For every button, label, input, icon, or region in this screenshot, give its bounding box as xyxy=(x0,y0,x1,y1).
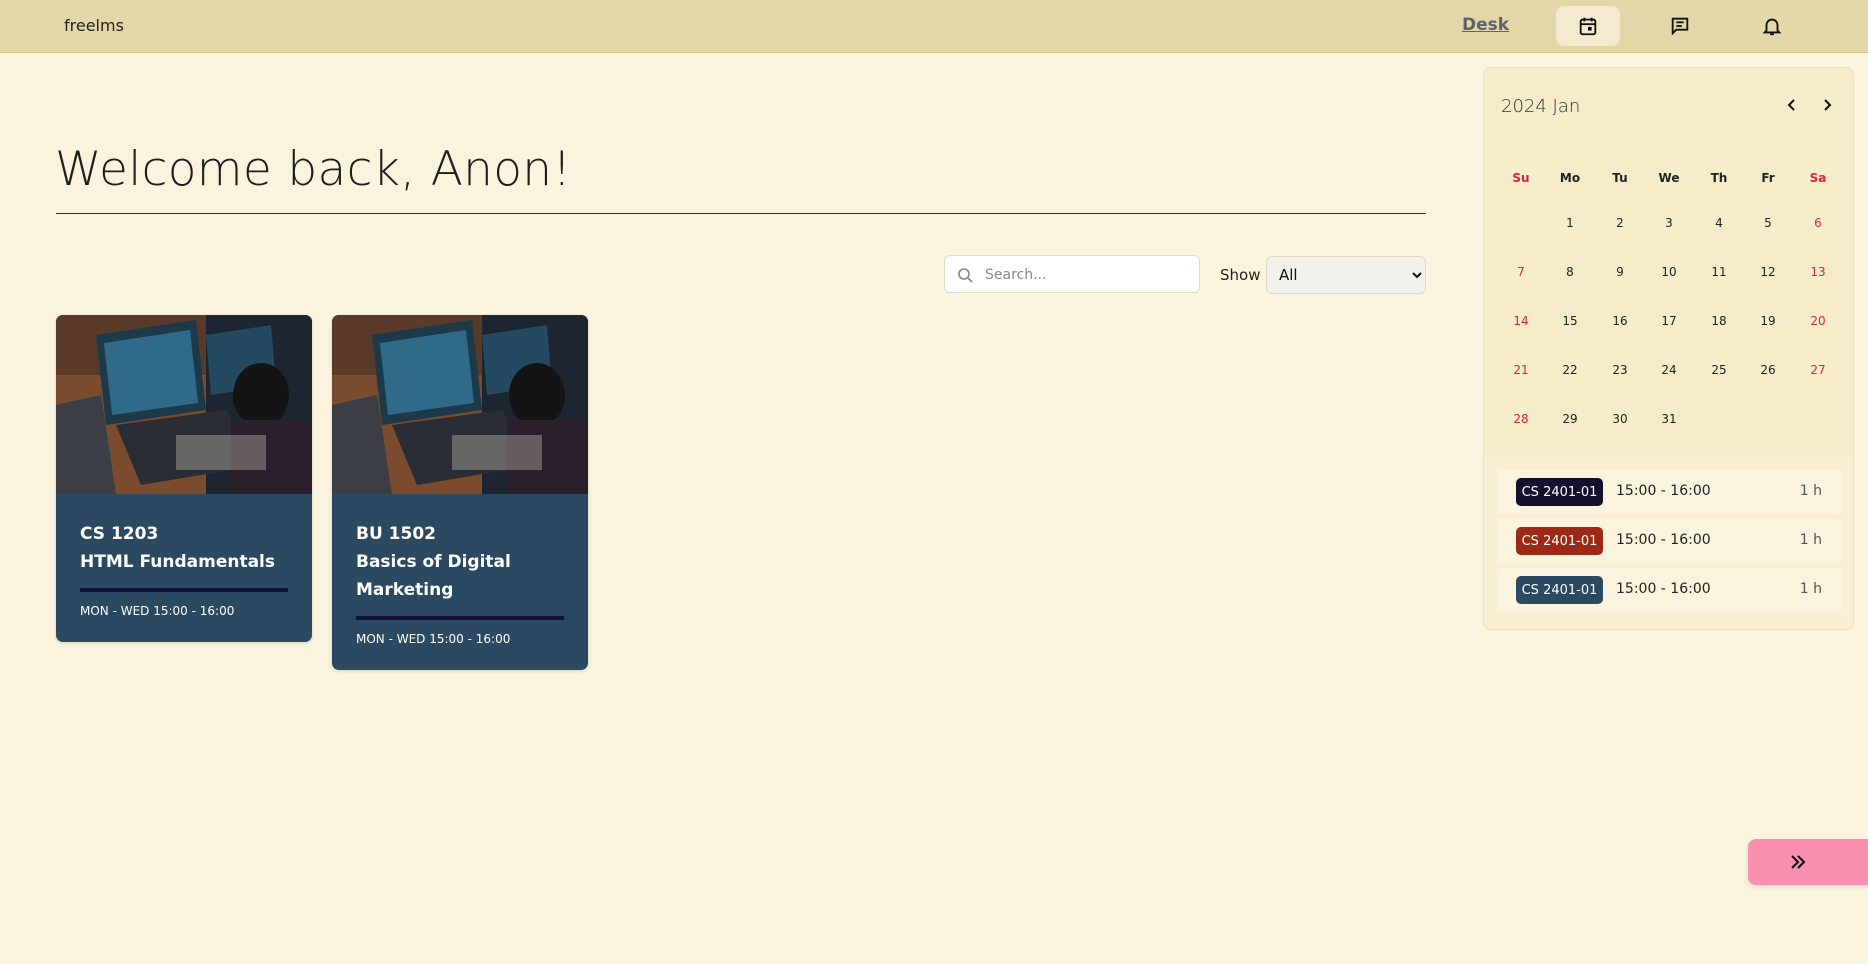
event-tag: CS 2401-01 xyxy=(1516,576,1603,604)
course-title: HTML Fundamentals xyxy=(80,552,275,572)
calendar-prev-button[interactable] xyxy=(1782,95,1802,115)
course-divider xyxy=(80,588,288,592)
course-title: Basics of Digital Marketing xyxy=(356,552,511,600)
calendar-day[interactable]: 9 xyxy=(1600,265,1640,279)
calendar-day[interactable]: 19 xyxy=(1748,314,1788,328)
brand-logo[interactable]: freelms xyxy=(64,16,124,35)
course-code: BU 1502 xyxy=(356,524,436,544)
calendar-day[interactable]: 16 xyxy=(1600,314,1640,328)
event-time: 15:00 - 16:00 xyxy=(1616,532,1711,548)
calendar-panel: 2024 Jan Su Mo Tu We Th Fr Sa 1 2 3 4 5 … xyxy=(1483,67,1854,630)
calendar-day[interactable]: 24 xyxy=(1649,363,1689,377)
calendar-day[interactable]: 13 xyxy=(1798,265,1838,279)
messages-button[interactable] xyxy=(1648,6,1712,46)
calendar-day[interactable]: 11 xyxy=(1699,265,1739,279)
weekday-header: Mo xyxy=(1559,171,1581,185)
weekday-header: Su xyxy=(1512,171,1530,185)
calendar-day[interactable]: 5 xyxy=(1748,216,1788,230)
calendar-day[interactable]: 15 xyxy=(1550,314,1590,328)
calendar-day[interactable]: 26 xyxy=(1748,363,1788,377)
show-filter-select[interactable]: All xyxy=(1266,256,1426,294)
search-icon xyxy=(958,268,973,283)
calendar-day[interactable]: 3 xyxy=(1649,216,1689,230)
event-duration: 1 h xyxy=(1799,532,1822,548)
weekday-header: Sa xyxy=(1809,171,1827,185)
calendar-day[interactable]: 27 xyxy=(1798,363,1838,377)
course-schedule: MON - WED 15:00 - 16:00 xyxy=(356,632,511,646)
weekday-header: We xyxy=(1658,171,1680,185)
course-schedule: MON - WED 15:00 - 16:00 xyxy=(80,604,235,618)
calendar-day[interactable]: 6 xyxy=(1798,216,1838,230)
course-thumbnail-image xyxy=(56,315,312,494)
calendar-day[interactable]: 4 xyxy=(1699,216,1739,230)
search-box[interactable] xyxy=(944,255,1200,293)
calendar-day[interactable]: 17 xyxy=(1649,314,1689,328)
calendar-day[interactable]: 28 xyxy=(1501,412,1541,426)
event-tag: CS 2401-01 xyxy=(1516,527,1603,555)
nav-desk-link[interactable]: Desk xyxy=(1462,15,1509,35)
calendar-day[interactable]: 31 xyxy=(1649,412,1689,426)
notifications-button[interactable] xyxy=(1740,6,1804,46)
course-card[interactable]: CS 1203 HTML Fundamentals MON - WED 15:0… xyxy=(56,315,312,642)
bell-icon xyxy=(1762,18,1782,36)
calendar-day[interactable]: 29 xyxy=(1550,412,1590,426)
course-card[interactable]: BU 1502 Basics of Digital Marketing MON … xyxy=(332,315,588,670)
calendar-day[interactable]: 18 xyxy=(1699,314,1739,328)
event-item[interactable]: CS 2401-01 15:00 - 16:00 1 h xyxy=(1497,519,1842,563)
course-thumbnail-image xyxy=(332,315,588,494)
calendar-next-button[interactable] xyxy=(1817,95,1837,115)
event-duration: 1 h xyxy=(1799,581,1822,597)
calendar-day[interactable]: 14 xyxy=(1501,314,1541,328)
calendar-day[interactable]: 1 xyxy=(1550,216,1590,230)
message-icon xyxy=(1671,17,1689,36)
calendar-day[interactable]: 8 xyxy=(1550,265,1590,279)
calendar-day[interactable]: 2 xyxy=(1600,216,1640,230)
search-input[interactable] xyxy=(985,264,1190,286)
chevron-right-icon xyxy=(1824,99,1832,111)
event-item[interactable]: CS 2401-01 15:00 - 16:00 1 h xyxy=(1497,470,1842,514)
double-chevron-right-icon xyxy=(1791,855,1806,869)
calendar-day[interactable]: 12 xyxy=(1748,265,1788,279)
divider xyxy=(56,213,1426,214)
welcome-heading: Welcome back, Anon! xyxy=(55,142,572,197)
weekday-header: Fr xyxy=(1761,171,1775,185)
calendar-day[interactable]: 25 xyxy=(1699,363,1739,377)
calendar-month-title: 2024 Jan xyxy=(1501,96,1581,117)
show-label: Show xyxy=(1220,266,1261,284)
expand-panel-button[interactable] xyxy=(1748,839,1868,885)
calendar-button[interactable] xyxy=(1556,6,1620,46)
calendar-day[interactable]: 30 xyxy=(1600,412,1640,426)
calendar-day[interactable]: 10 xyxy=(1649,265,1689,279)
event-duration: 1 h xyxy=(1799,483,1822,499)
weekday-header: Th xyxy=(1710,171,1728,185)
event-time: 15:00 - 16:00 xyxy=(1616,483,1711,499)
event-item[interactable]: CS 2401-01 15:00 - 16:00 1 h xyxy=(1497,568,1842,612)
top-bar: freelms Desk xyxy=(0,0,1868,53)
course-code: CS 1203 xyxy=(80,524,159,544)
event-time: 15:00 - 16:00 xyxy=(1616,581,1711,597)
weekday-header: Tu xyxy=(1612,171,1628,185)
calendar-day[interactable]: 23 xyxy=(1600,363,1640,377)
calendar-day[interactable]: 22 xyxy=(1550,363,1590,377)
event-tag: CS 2401-01 xyxy=(1516,478,1603,506)
calendar-events-list: CS 2401-01 15:00 - 16:00 1 h CS 2401-01 … xyxy=(1484,455,1853,629)
calendar-day[interactable]: 20 xyxy=(1798,314,1838,328)
chevron-left-icon xyxy=(1787,99,1795,111)
calendar-day[interactable]: 21 xyxy=(1501,363,1541,377)
calendar-day[interactable]: 7 xyxy=(1501,265,1541,279)
course-divider xyxy=(356,616,564,620)
calendar-icon xyxy=(1579,17,1597,36)
